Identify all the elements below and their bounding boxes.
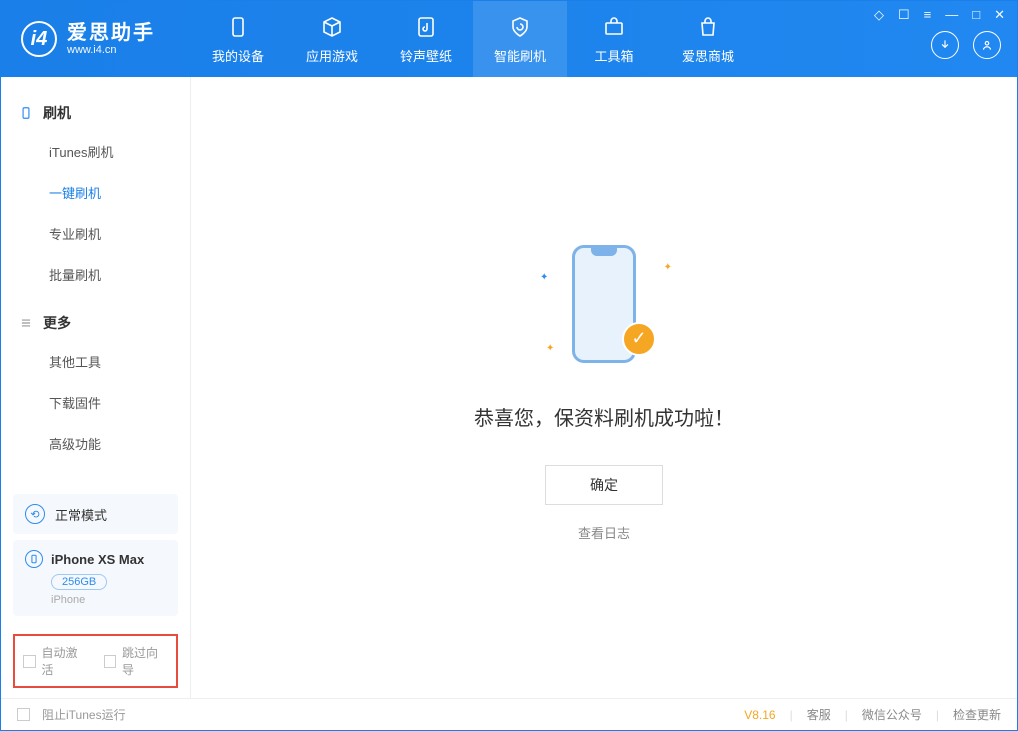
device-type: iPhone <box>51 594 166 606</box>
nav-label: 智能刷机 <box>494 46 546 65</box>
version-label: V8.16 <box>744 708 775 722</box>
sidebar-section-flash: 刷机 iTunes刷机 一键刷机 专业刷机 批量刷机 <box>1 95 190 295</box>
sidebar-item-download-firmware[interactable]: 下载固件 <box>1 382 190 423</box>
shirt-icon[interactable]: ◇ <box>874 7 884 23</box>
skip-guide-checkbox[interactable]: 跳过向导 <box>104 644 169 678</box>
nav-apps-games[interactable]: 应用游戏 <box>285 1 379 77</box>
nav-ringtones-wallpapers[interactable]: 铃声壁纸 <box>379 1 473 77</box>
logo-area: i4 爱思助手 www.i4.cn <box>1 1 191 77</box>
sidebar-item-advanced[interactable]: 高级功能 <box>1 423 190 464</box>
nav-toolbox[interactable]: 工具箱 <box>567 1 661 77</box>
app-subtitle: www.i4.cn <box>67 44 155 56</box>
wechat-link[interactable]: 微信公众号 <box>862 706 922 723</box>
menu-icon[interactable]: ≡ <box>924 7 932 23</box>
check-badge-icon: ✓ <box>622 322 656 356</box>
logo-icon: i4 <box>21 21 57 57</box>
device-storage-badge: 256GB <box>51 574 107 590</box>
cube-icon <box>319 14 345 40</box>
auto-activate-checkbox[interactable]: 自动激活 <box>23 644 88 678</box>
mode-card[interactable]: ⟲ 正常模式 <box>13 494 178 534</box>
maximize-button[interactable]: □ <box>972 7 980 23</box>
minimize-button[interactable]: — <box>945 7 958 23</box>
titlebar-actions <box>931 31 1001 59</box>
sidebar-item-other-tools[interactable]: 其他工具 <box>1 341 190 382</box>
titlebar-right: ◇ ☐ ≡ — □ ✕ <box>862 1 1017 77</box>
phone-icon <box>225 14 251 40</box>
phone-notch <box>591 248 617 256</box>
device-name: iPhone XS Max <box>51 552 144 567</box>
lock-icon[interactable]: ☐ <box>898 7 910 23</box>
sidebar-header-more[interactable]: 更多 <box>1 305 190 341</box>
view-log-link[interactable]: 查看日志 <box>578 523 630 542</box>
checkbox-icon <box>23 655 36 668</box>
nav-label: 应用游戏 <box>306 46 358 65</box>
sidebar-item-batch-flash[interactable]: 批量刷机 <box>1 254 190 295</box>
close-button[interactable]: ✕ <box>994 7 1005 23</box>
user-button[interactable] <box>973 31 1001 59</box>
option-label: 阻止iTunes运行 <box>42 706 126 723</box>
checkbox-icon <box>104 655 117 668</box>
separator: | <box>790 708 793 722</box>
sidebar: 刷机 iTunes刷机 一键刷机 专业刷机 批量刷机 更多 其他工具 下载固件 … <box>1 77 191 698</box>
sidebar-section-title: 刷机 <box>43 103 71 123</box>
toolbox-icon <box>601 14 627 40</box>
nav-label: 我的设备 <box>212 46 264 65</box>
sidebar-section-more: 更多 其他工具 下载固件 高级功能 <box>1 305 190 464</box>
app-window: i4 爱思助手 www.i4.cn 我的设备 应用游戏 铃声壁纸 智能刷机 <box>0 0 1018 731</box>
nav-label: 爱思商城 <box>682 46 734 65</box>
ok-button[interactable]: 确定 <box>545 465 663 505</box>
app-title: 爱思助手 <box>67 22 155 44</box>
success-message: 恭喜您，保资料刷机成功啦！ <box>474 402 734 431</box>
music-file-icon <box>413 14 439 40</box>
shield-refresh-icon <box>507 14 533 40</box>
main-nav: 我的设备 应用游戏 铃声壁纸 智能刷机 工具箱 爱思商城 <box>191 1 755 77</box>
support-link[interactable]: 客服 <box>807 706 831 723</box>
success-illustration: ✦ ✦ ✦ ✓ <box>534 234 674 374</box>
checkbox-icon <box>17 708 30 721</box>
sidebar-bottom: ⟲ 正常模式 iPhone XS Max 256GB iPhone 自动激活 <box>1 488 190 698</box>
list-icon <box>19 316 33 330</box>
sparkle-icon: ✦ <box>546 343 554 354</box>
body: 刷机 iTunes刷机 一键刷机 专业刷机 批量刷机 更多 其他工具 下载固件 … <box>1 77 1017 698</box>
main-content: ✦ ✦ ✦ ✓ 恭喜您，保资料刷机成功啦！ 确定 查看日志 <box>191 77 1017 698</box>
nav-my-device[interactable]: 我的设备 <box>191 1 285 77</box>
option-label: 跳过向导 <box>122 644 168 678</box>
sidebar-item-oneclick-flash[interactable]: 一键刷机 <box>1 172 190 213</box>
block-itunes-checkbox[interactable]: 阻止iTunes运行 <box>17 706 126 723</box>
sidebar-header-flash[interactable]: 刷机 <box>1 95 190 131</box>
separator: | <box>845 708 848 722</box>
nav-smart-flash[interactable]: 智能刷机 <box>473 1 567 77</box>
separator: | <box>936 708 939 722</box>
nav-store[interactable]: 爱思商城 <box>661 1 755 77</box>
sparkle-icon: ✦ <box>664 262 672 273</box>
nav-label: 铃声壁纸 <box>400 46 452 65</box>
options-row: 自动激活 跳过向导 <box>13 634 178 688</box>
window-controls: ◇ ☐ ≡ — □ ✕ <box>874 7 1005 23</box>
refresh-icon: ⟲ <box>25 504 45 524</box>
device-icon <box>19 106 33 120</box>
statusbar-right: V8.16 | 客服 | 微信公众号 | 检查更新 <box>744 706 1001 723</box>
device-card[interactable]: iPhone XS Max 256GB iPhone <box>13 540 178 616</box>
bag-icon <box>695 14 721 40</box>
phone-small-icon <box>25 550 43 568</box>
titlebar: i4 爱思助手 www.i4.cn 我的设备 应用游戏 铃声壁纸 智能刷机 <box>1 1 1017 77</box>
statusbar: 阻止iTunes运行 V8.16 | 客服 | 微信公众号 | 检查更新 <box>1 698 1017 730</box>
option-label: 自动激活 <box>42 644 88 678</box>
nav-label: 工具箱 <box>594 46 633 65</box>
check-update-link[interactable]: 检查更新 <box>953 706 1001 723</box>
sidebar-section-title: 更多 <box>43 313 71 333</box>
download-button[interactable] <box>931 31 959 59</box>
mode-label: 正常模式 <box>55 505 107 524</box>
sidebar-item-pro-flash[interactable]: 专业刷机 <box>1 213 190 254</box>
sidebar-item-itunes-flash[interactable]: iTunes刷机 <box>1 131 190 172</box>
logo-text: 爱思助手 www.i4.cn <box>67 22 155 56</box>
sparkle-icon: ✦ <box>540 272 548 283</box>
